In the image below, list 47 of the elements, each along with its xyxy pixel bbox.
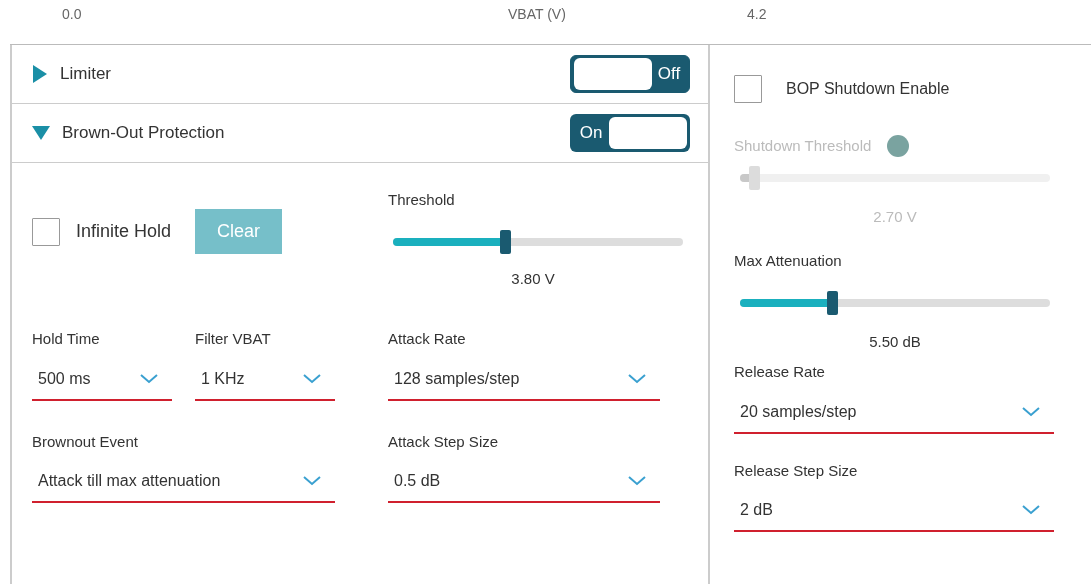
slider-value: 3.80 V [510, 268, 556, 289]
dropdown[interactable]: 0.5 dB [388, 461, 660, 503]
dropdown[interactable]: 20 samples/step [734, 391, 1054, 434]
slider-thumb[interactable] [500, 229, 512, 254]
section-header[interactable]: Brown-Out Protection [62, 120, 570, 146]
dropdown-label: Attack Step Size [388, 431, 500, 452]
chevron-down-icon [628, 373, 646, 384]
chevron-down-icon [628, 476, 646, 486]
dropdown[interactable]: 500 ms [32, 358, 172, 401]
dropdown[interactable]: 128 samples/step [388, 358, 660, 401]
slider-track[interactable] [740, 290, 1050, 315]
axis-title: VBAT (V) [508, 5, 566, 24]
axis-min-label: 0.0 [62, 5, 82, 24]
checkbox[interactable] [734, 75, 762, 103]
section-header[interactable]: Limiter [60, 61, 570, 87]
slider-thumb[interactable] [749, 165, 761, 190]
toggle-switch[interactable]: Off [570, 55, 690, 93]
info-icon[interactable] [887, 135, 910, 158]
slider-value: 5.50 dB [868, 331, 922, 352]
slider-label: Threshold [388, 190, 456, 210]
dropdown-label: Release Rate [734, 362, 826, 382]
dropdown-label: Filter VBAT [195, 329, 272, 349]
slider-track[interactable] [393, 229, 683, 254]
slider-thumb[interactable] [826, 290, 838, 315]
dropdown[interactable]: Attack till max attenuation [32, 461, 335, 503]
dropdown[interactable]: 1 KHz [195, 358, 335, 401]
dropdown-label: Release Step Size [734, 460, 859, 481]
checkbox-label: Infinite Hold [76, 220, 172, 243]
chevron-down-icon [140, 373, 158, 384]
chevron-down-icon [1022, 505, 1040, 515]
chevron-down-icon [1022, 406, 1040, 417]
slider-label: Max Attenuation [734, 251, 843, 271]
dropdown[interactable]: 2 dB [734, 490, 1054, 532]
toggle-switch[interactable]: On [570, 114, 690, 152]
dropdown-label: Hold Time [32, 329, 101, 349]
checkbox[interactable] [32, 217, 60, 246]
slider-fill[interactable] [393, 237, 501, 246]
slider-label: Shutdown Threshold [734, 136, 872, 156]
dropdown-label: Brownout Event [32, 431, 139, 452]
chevron-down-icon [303, 476, 321, 486]
slider-track[interactable] [740, 165, 1050, 190]
dropdown-label: Attack Rate [388, 329, 467, 349]
slider-value: 2.70 V [872, 206, 918, 227]
slider-fill[interactable] [740, 298, 827, 307]
chevron-down-icon [303, 373, 321, 384]
checkbox-label: BOP Shutdown Enable [786, 79, 950, 99]
axis-max-label: 4.2 [747, 5, 767, 24]
